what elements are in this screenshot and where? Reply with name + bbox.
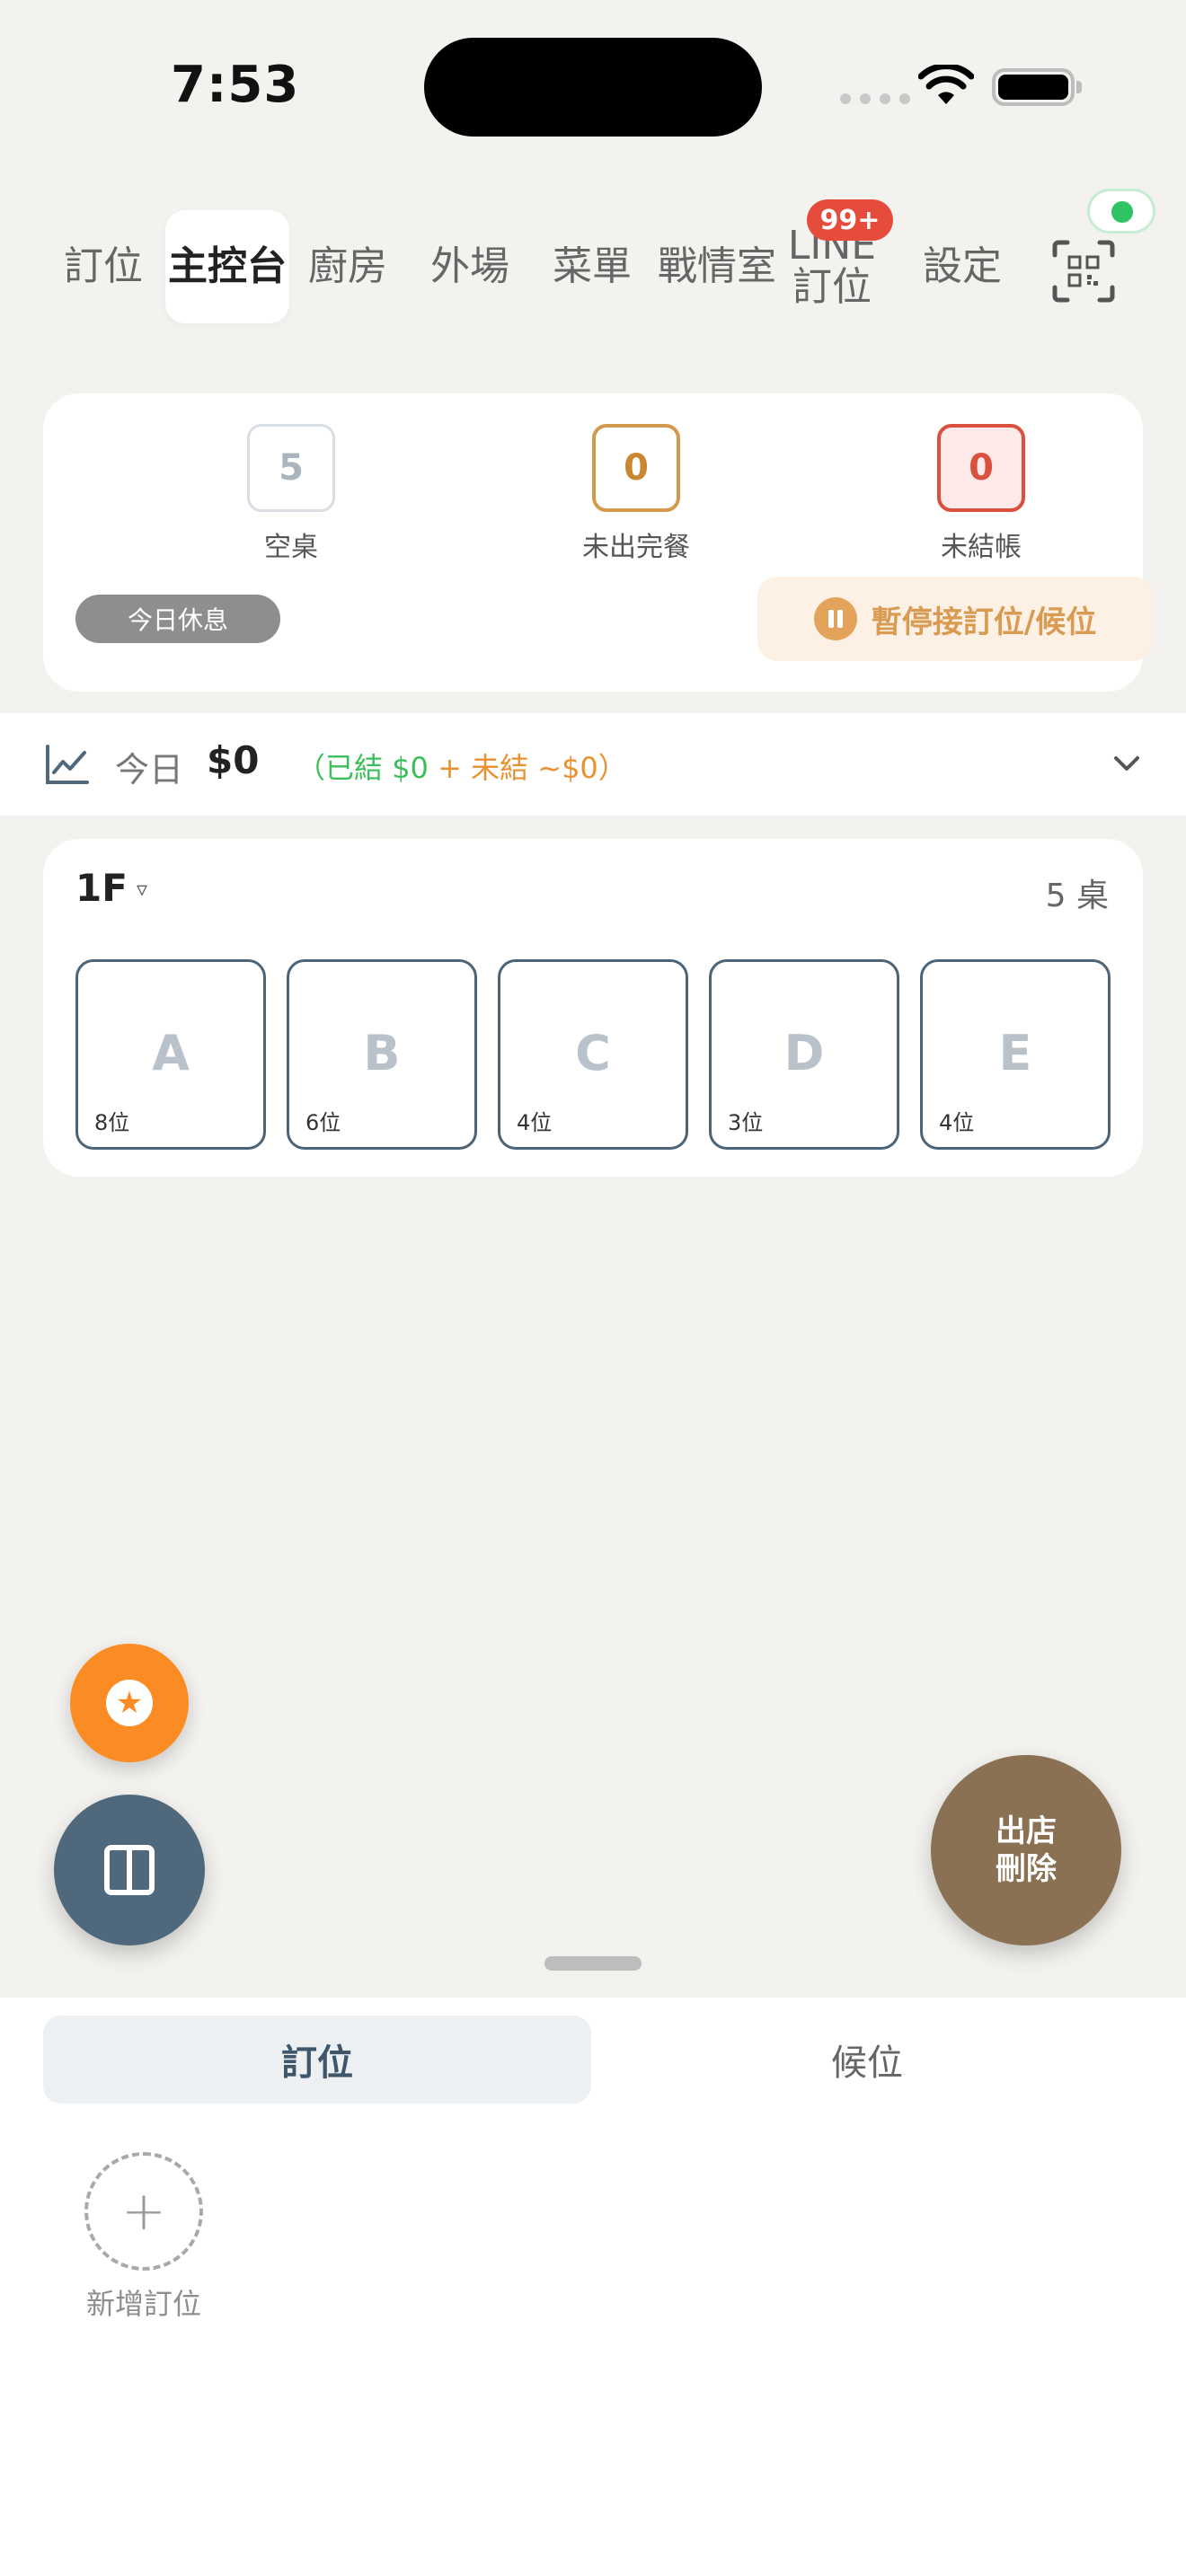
- table-tile-a[interactable]: A 8位: [75, 959, 266, 1150]
- table-name: B: [363, 1025, 401, 1081]
- table-name: A: [152, 1025, 190, 1081]
- trend-chart-icon: [46, 745, 89, 784]
- add-reservation-label: 新增訂位: [85, 2287, 201, 2321]
- pause-reservations-button[interactable]: 暫停接訂位/候位: [757, 577, 1153, 661]
- status-summary-card: 5 空桌 0 未出完餐 0 未結帳 今日休息 暫停接訂位/候位: [43, 393, 1153, 692]
- split-view-fab[interactable]: [54, 1795, 205, 1945]
- chevron-down-icon[interactable]: [1111, 747, 1143, 780]
- status-time: 7:53: [171, 56, 300, 114]
- table-tile-e[interactable]: E 4位: [920, 959, 1111, 1150]
- qr-scan-icon[interactable]: [1051, 239, 1116, 304]
- table-tile-d[interactable]: D 3位: [709, 959, 899, 1150]
- wifi-icon: [918, 65, 974, 104]
- add-reservation-button[interactable]: +: [84, 2152, 203, 2271]
- tab-reservations[interactable]: 訂位: [56, 210, 151, 323]
- tab-dashboard[interactable]: 主控台: [165, 210, 289, 323]
- revenue-breakdown: （已結 $0 + 未結 ~$0）: [296, 745, 627, 787]
- stat-unserved-orders[interactable]: 0 未出完餐: [546, 424, 726, 564]
- revenue-close-paren: ）: [597, 751, 627, 785]
- star-icon: ★: [106, 1680, 153, 1726]
- tab-floor-service[interactable]: 外場: [422, 210, 518, 323]
- tab-label: 戰情室: [658, 243, 776, 289]
- revenue-summary-bar[interactable]: 今日 $0 （已結 $0 + 未結 ~$0）: [0, 713, 1186, 816]
- tab-menu[interactable]: 菜單: [544, 210, 640, 323]
- tab-war-room[interactable]: 戰情室: [654, 210, 780, 323]
- segment-reservations[interactable]: 訂位: [43, 2016, 591, 2104]
- tab-label-line2: 訂位: [792, 264, 872, 310]
- stat-value: 0: [937, 424, 1025, 512]
- stat-label: 未結帳: [941, 532, 1022, 563]
- table-name: E: [998, 1025, 1032, 1081]
- reservation-bottom-sheet: 訂位 候位 + 新增訂位: [0, 1998, 1186, 2576]
- split-panel-icon: [104, 1845, 155, 1895]
- revenue-label: 今日: [115, 750, 184, 790]
- battery-icon: [992, 68, 1082, 106]
- segment-label: 訂位: [281, 2042, 353, 2084]
- online-status-toggle[interactable]: [1087, 189, 1155, 234]
- favorites-fab[interactable]: ★: [70, 1644, 189, 1762]
- table-count: 5 桌: [1045, 878, 1109, 914]
- floor-card: 1F ▿ 5 桌 A 8位 B 6位 C 4位 D 3位 E 4位: [43, 839, 1143, 1177]
- line-reservation-count-badge: 99+: [807, 199, 893, 241]
- table-name: D: [783, 1025, 825, 1081]
- table-tile-b[interactable]: B 6位: [287, 959, 477, 1150]
- floor-selector[interactable]: 1F: [75, 866, 128, 910]
- revenue-settled: 已結 $0: [325, 751, 429, 785]
- table-seats: 4位: [517, 1110, 553, 1135]
- stat-value: 0: [592, 424, 680, 512]
- revenue-unsettled: 未結 ~$0: [471, 751, 598, 785]
- table-seats: 8位: [94, 1110, 130, 1135]
- plus-icon: +: [120, 2180, 167, 2243]
- top-nav: 訂位 主控台 廚房 外場 菜單 戰情室 LINE 訂位 99+ 設定: [0, 180, 1186, 359]
- stat-label: 未出完餐: [582, 532, 690, 563]
- checkout-delete-fab[interactable]: 出店 刪除: [931, 1755, 1121, 1945]
- stat-unpaid-bills[interactable]: 0 未結帳: [891, 424, 1071, 564]
- cellular-signal-icon: [840, 93, 910, 104]
- segment-waitlist[interactable]: 候位: [593, 2016, 1141, 2104]
- table-seats: 4位: [939, 1110, 975, 1135]
- revenue-amount: $0: [207, 738, 260, 782]
- table-seats: 6位: [305, 1110, 341, 1135]
- tab-label: 外場: [430, 243, 509, 289]
- tab-label: 菜單: [553, 243, 632, 289]
- checkout-fab-line1: 出店: [996, 1813, 1057, 1849]
- revenue-plus: +: [428, 751, 472, 785]
- stat-value: 5: [247, 424, 335, 512]
- pause-button-label: 暫停接訂位/候位: [871, 604, 1097, 640]
- table-tile-c[interactable]: C 4位: [498, 959, 688, 1150]
- tab-settings[interactable]: 設定: [915, 210, 1010, 323]
- floor-dropdown-icon[interactable]: ▿: [137, 877, 147, 902]
- status-bar: 7:53: [0, 0, 1186, 171]
- dynamic-island: [424, 38, 762, 137]
- stat-empty-tables[interactable]: 5 空桌: [201, 424, 381, 564]
- tab-label: 設定: [923, 243, 1002, 289]
- table-name: C: [575, 1025, 611, 1081]
- tab-kitchen[interactable]: 廚房: [300, 210, 395, 323]
- sheet-drag-handle[interactable]: [544, 1956, 642, 1971]
- tab-label: 主控台: [168, 243, 287, 289]
- checkout-fab-line2: 刪除: [996, 1851, 1057, 1887]
- table-seats: 3位: [728, 1110, 764, 1135]
- segment-label: 候位: [831, 2042, 903, 2084]
- stat-label: 空桌: [264, 532, 318, 563]
- revenue-open-paren: （: [296, 751, 326, 785]
- closed-today-chip[interactable]: 今日休息: [75, 595, 280, 643]
- pause-icon: [813, 597, 857, 640]
- tab-label: 訂位: [64, 243, 143, 289]
- tab-label: 廚房: [308, 243, 387, 289]
